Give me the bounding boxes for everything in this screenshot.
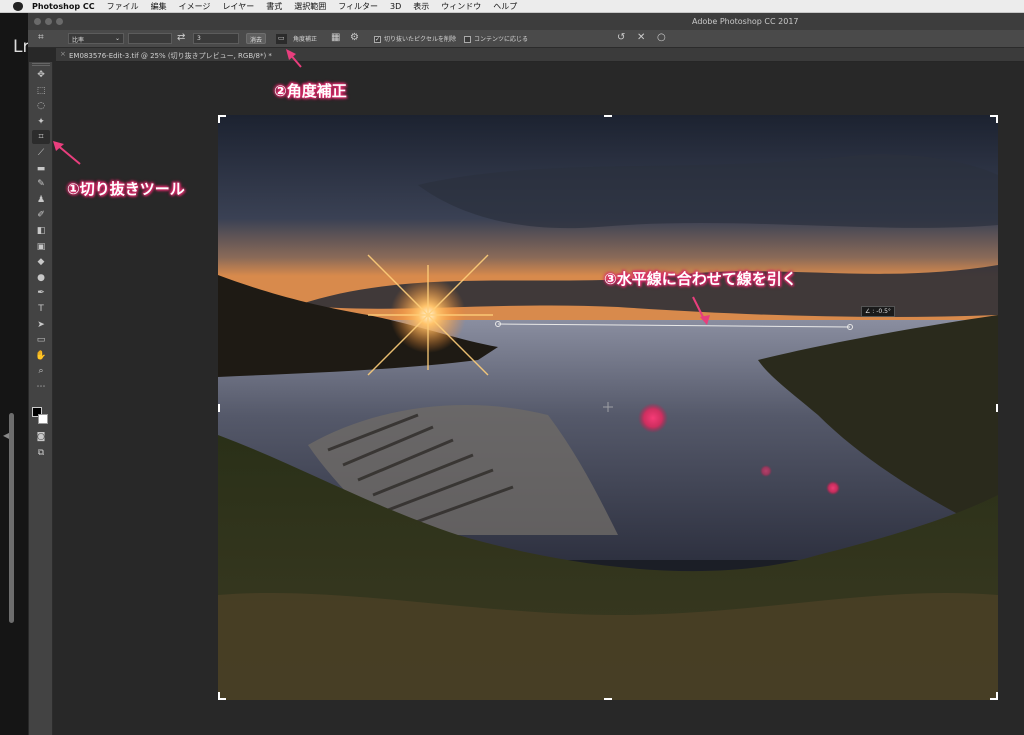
crop-handle-top-left-v[interactable] <box>218 115 220 123</box>
annotation-draw-line: ③水平線に合わせて線を引く <box>604 270 797 288</box>
window-title: Adobe Photoshop CC 2017 <box>692 17 799 26</box>
arrow-to-straighten <box>286 49 302 68</box>
ratio-select[interactable]: 比率 ⌄ <box>68 33 124 44</box>
menu-type[interactable]: 書式 <box>266 1 282 12</box>
crop-handle-left[interactable] <box>218 404 220 412</box>
crop-handle-right[interactable] <box>996 404 998 412</box>
angle-readout: ∠ : -0.5° <box>861 306 895 317</box>
annotation-crop-tool: ①切り抜きツール <box>67 180 185 198</box>
zoom-window-button[interactable] <box>56 18 63 25</box>
commit-icon[interactable]: ○ <box>657 32 666 43</box>
landscape-photo <box>218 115 998 700</box>
history-brush-icon[interactable]: ✐ <box>32 208 50 222</box>
menu-image[interactable]: イメージ <box>179 1 211 12</box>
close-window-button[interactable] <box>34 18 41 25</box>
close-tab-icon[interactable]: × <box>60 50 66 58</box>
crop-handle-top-right-v[interactable] <box>996 115 998 123</box>
crop-icon[interactable]: ⌗ <box>32 130 50 145</box>
marquee-icon[interactable]: ⬚ <box>32 84 50 98</box>
type-icon[interactable]: T <box>32 302 50 316</box>
minimize-window-button[interactable] <box>45 18 52 25</box>
mac-menubar: Photoshop CC ファイル 編集 イメージ レイヤー 書式 選択範囲 フ… <box>0 0 1024 13</box>
pen-icon[interactable]: ✒ <box>32 286 50 300</box>
clone-stamp-icon[interactable]: ♟ <box>32 193 50 207</box>
swap-icon[interactable]: ⇄ <box>177 32 185 43</box>
magic-wand-icon[interactable]: ✦ <box>32 115 50 129</box>
arrow-to-crop-tool <box>53 141 81 165</box>
menu-edit[interactable]: 編集 <box>151 1 167 12</box>
window-controls <box>34 18 63 25</box>
crop-handle-top[interactable] <box>604 115 612 117</box>
menu-select[interactable]: 選択範囲 <box>294 1 326 12</box>
crop-handle-bottom[interactable] <box>604 698 612 700</box>
crop-handle-bottom-left-v[interactable] <box>218 692 220 700</box>
content-aware-label: コンテンツに応じる <box>474 36 529 43</box>
background-color-swatch[interactable] <box>38 414 48 424</box>
move-icon[interactable]: ✥ <box>32 68 50 82</box>
lightroom-window-strip: Lr ◀ <box>0 13 30 735</box>
window-titlebar: Adobe Photoshop CC 2017 <box>28 13 1024 30</box>
height-field[interactable]: 3 <box>193 33 239 44</box>
path-select-icon[interactable]: ➤ <box>32 318 50 332</box>
straighten-label[interactable]: 角度補正 <box>293 34 317 43</box>
more-tools-icon[interactable]: ⋯ <box>32 380 50 394</box>
menu-app-name[interactable]: Photoshop CC <box>32 2 95 11</box>
arrow-to-line <box>692 296 710 325</box>
eyedropper-icon[interactable]: ⟋ <box>32 146 50 160</box>
brush-icon[interactable]: ✎ <box>32 177 50 191</box>
blur-icon[interactable]: ◆ <box>32 255 50 269</box>
healing-brush-icon[interactable]: ▬ <box>32 162 50 176</box>
eraser-icon[interactable]: ◧ <box>32 224 50 238</box>
delete-cropped-label: 切り抜いたピクセルを削除 <box>384 36 457 43</box>
dodge-icon[interactable]: ● <box>32 271 50 285</box>
gradient-icon[interactable]: ▣ <box>32 240 50 254</box>
crop-handle-bottom-right-v[interactable] <box>996 692 998 700</box>
panel-grip[interactable] <box>32 63 50 66</box>
delete-cropped-option[interactable]: ✓ 切り抜いたピクセルを削除 <box>374 34 456 43</box>
grid-overlay-icon[interactable]: ▦ <box>331 32 340 43</box>
delete-cropped-checkbox[interactable]: ✓ <box>374 36 381 43</box>
menu-filter[interactable]: フィルター <box>338 1 378 12</box>
zoom-icon[interactable]: ⌕ <box>32 364 50 378</box>
menu-file[interactable]: ファイル <box>107 1 139 12</box>
menu-view[interactable]: 表示 <box>413 1 429 12</box>
ratio-select-value: 比率 <box>72 37 85 44</box>
crop-preset-icon[interactable]: ⌗ <box>38 32 44 43</box>
clear-button[interactable]: 消去 <box>246 33 267 44</box>
reset-icon[interactable]: ↺ <box>617 32 625 43</box>
document-tab-bar: × EM083576-Edit-3.tif @ 25% (切り抜きプレビュー, … <box>56 48 1024 62</box>
chevron-down-icon: ⌄ <box>114 35 120 42</box>
menu-help[interactable]: ヘルプ <box>493 1 517 12</box>
screen-mode-icon[interactable]: ⧉ <box>32 446 50 460</box>
photo-canvas[interactable] <box>218 115 998 700</box>
quick-mask-icon[interactable]: ◙ <box>32 430 50 444</box>
gear-icon[interactable]: ⚙ <box>350 32 359 43</box>
menu-layer[interactable]: レイヤー <box>222 1 254 12</box>
options-bar: ⌗ 比率 ⌄ ⇄ 3 消去 ▭ 角度補正 ▦ ⚙ ✓ 切り抜いたピクセルを削除 コ… <box>28 30 1024 48</box>
annotation-straighten: ②角度補正 <box>274 82 347 100</box>
width-field[interactable] <box>128 33 172 44</box>
hand-icon[interactable]: ✋ <box>32 349 50 363</box>
rectangle-icon[interactable]: ▭ <box>32 333 50 347</box>
apple-icon[interactable] <box>13 1 23 11</box>
straighten-icon[interactable]: ▭ <box>276 34 287 44</box>
document-tab-title[interactable]: EM083576-Edit-3.tif @ 25% (切り抜きプレビュー, RG… <box>69 51 272 61</box>
content-aware-checkbox[interactable] <box>464 36 471 43</box>
scrollbar[interactable] <box>9 413 14 623</box>
content-aware-option[interactable]: コンテンツに応じる <box>464 34 528 43</box>
lightroom-label: Lr <box>13 37 30 57</box>
menu-3d[interactable]: 3D <box>390 2 401 11</box>
menu-window[interactable]: ウィンドウ <box>441 1 481 12</box>
lasso-icon[interactable]: ◌ <box>32 99 50 113</box>
cancel-icon[interactable]: ✕ <box>637 32 645 43</box>
